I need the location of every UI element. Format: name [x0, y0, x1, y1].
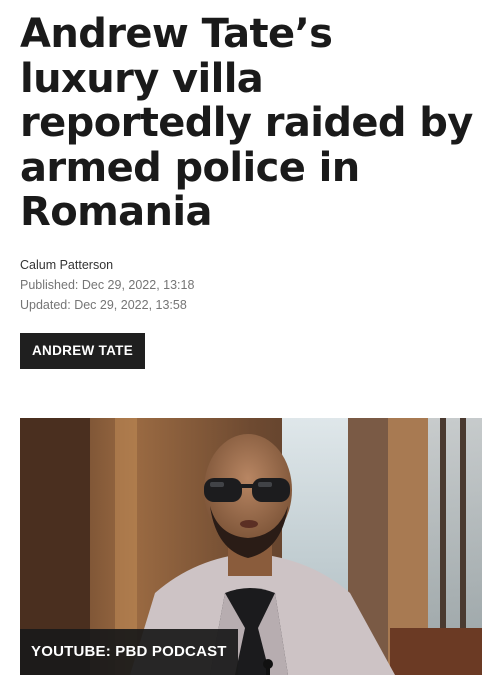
hero-image: YOUTUBE: PBD PODCAST [20, 418, 482, 675]
published-date: Published: Dec 29, 2022, 13:18 [20, 277, 195, 292]
article-headline: Andrew Tate’s luxury villa reportedly ra… [20, 11, 473, 235]
updated-date: Updated: Dec 29, 2022, 13:58 [20, 297, 187, 312]
author-name[interactable]: Calum Patterson [20, 255, 482, 275]
article-header: Andrew Tate’s luxury villa reportedly ra… [20, 0, 482, 315]
topic-tag-button[interactable]: ANDREW TATE [20, 333, 146, 369]
article-meta: Calum Patterson Published: Dec 29, 2022,… [20, 255, 482, 315]
image-credit-caption: YOUTUBE: PBD PODCAST [20, 629, 238, 675]
